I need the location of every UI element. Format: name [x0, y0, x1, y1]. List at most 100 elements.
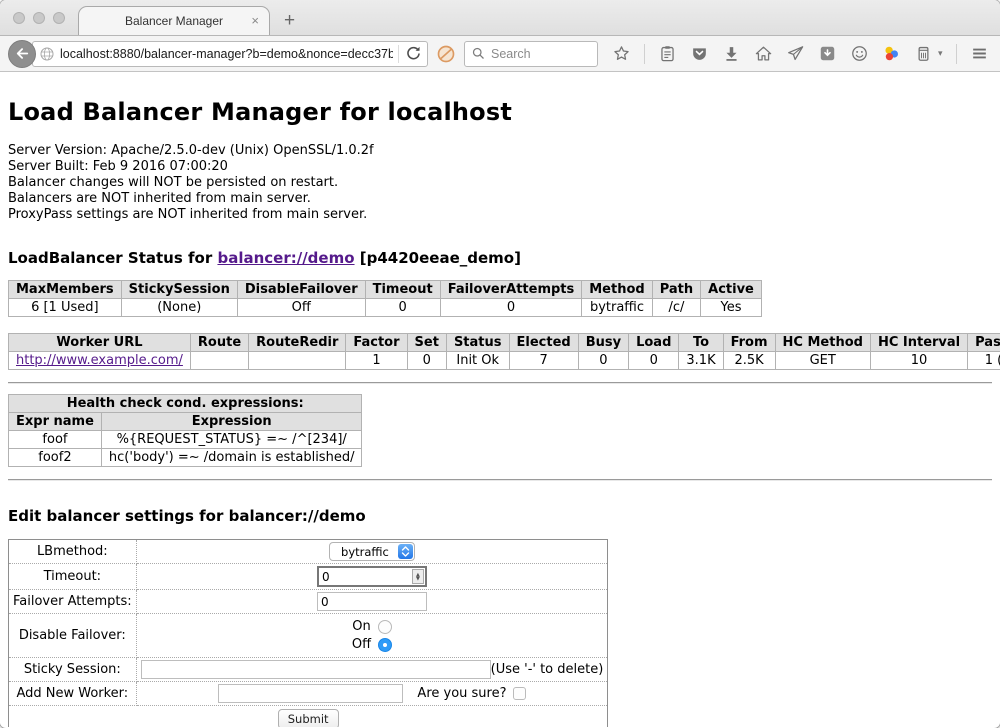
column-header: Factor: [346, 334, 407, 352]
column-header: HC Method: [775, 334, 870, 352]
bookmark-star-icon[interactable]: [612, 44, 631, 63]
table-cell: http://www.example.com/: [9, 352, 191, 370]
column-header: Timeout: [365, 281, 440, 299]
column-header: Load: [629, 334, 679, 352]
column-header: Elected: [509, 334, 578, 352]
addon-install-icon[interactable]: [818, 44, 837, 63]
table-cell: bytraffic: [582, 299, 652, 317]
table-cell: 6 [1 Used]: [9, 299, 122, 317]
pocket-icon[interactable]: [690, 44, 709, 63]
confirm-checkbox[interactable]: [513, 687, 526, 700]
balancer-status-table: MaxMembers StickySession DisableFailover…: [8, 280, 762, 317]
table-row: 6 [1 Used] (None) Off 0 0 bytraffic /c/ …: [9, 299, 762, 317]
column-header: From: [723, 334, 775, 352]
new-tab-button[interactable]: +: [284, 11, 295, 30]
table-cell: Yes: [701, 299, 762, 317]
radio-off[interactable]: [378, 638, 392, 652]
add-worker-label: Add New Worker:: [9, 682, 137, 706]
table-cell: 2.5K: [723, 352, 775, 370]
disable-failover-field: On Off: [136, 614, 608, 658]
search-input[interactable]: [491, 47, 591, 61]
table-cell: %{REQUEST_STATUS} =~ /^[234]/: [101, 431, 362, 449]
table-cell: (None): [121, 299, 237, 317]
worker-url-link[interactable]: http://www.example.com/: [16, 353, 183, 368]
dropdown-caret-icon[interactable]: ▾: [938, 48, 943, 59]
edit-settings-heading: Edit balancer settings for balancer://de…: [8, 507, 992, 525]
timeout-input[interactable]: [319, 570, 412, 584]
inherit-note-line: Balancers are NOT inherited from main se…: [8, 191, 992, 207]
menu-icon[interactable]: [970, 44, 989, 63]
home-icon[interactable]: [754, 44, 773, 63]
table-cell: 10: [870, 352, 967, 370]
number-spinner-icon[interactable]: ▲▼: [412, 569, 424, 584]
column-header: RouteRedir: [249, 334, 346, 352]
content-blocked-icon[interactable]: [436, 44, 456, 64]
lbmethod-field: bytraffic: [136, 540, 608, 564]
table-cell: 0: [365, 299, 440, 317]
table-row: http://www.example.com/ 1 0 Init Ok 7 0 …: [9, 352, 1000, 370]
url-text[interactable]: localhost:8880/balancer-manager?b=demo&n…: [60, 47, 393, 61]
loadbalancer-status-heading: LoadBalancer Status for balancer://demo …: [8, 249, 992, 267]
traffic-lights: [13, 12, 65, 24]
toolbar-icons: ▾: [612, 44, 1000, 64]
reload-icon[interactable]: [404, 44, 423, 63]
submit-cell: Submit: [9, 706, 608, 728]
downloads-icon[interactable]: [722, 44, 741, 63]
zoom-window-button[interactable]: [53, 12, 65, 24]
tab-close-icon[interactable]: ×: [251, 13, 259, 28]
container-icon[interactable]: [914, 44, 933, 63]
column-header: HC Interval: [870, 334, 967, 352]
back-button[interactable]: [8, 40, 36, 68]
toolbar-separator: [956, 44, 957, 64]
forum-smiley-icon[interactable]: [850, 44, 869, 63]
lbmethod-select[interactable]: bytraffic: [329, 542, 415, 561]
add-worker-input[interactable]: [218, 684, 403, 703]
lbmethod-label: LBmethod:: [9, 540, 137, 564]
table-cell: foof2: [9, 449, 102, 467]
edit-balancer-form: LBmethod: bytraffic Timeout:: [8, 539, 608, 727]
health-check-table: Health check cond. expressions: Expr nam…: [8, 394, 362, 467]
menu-group: [956, 44, 1000, 64]
column-header: Passes: [968, 334, 1000, 352]
form-row-failover-attempts: Failover Attempts:: [9, 590, 608, 614]
table-row: foof %{REQUEST_STATUS} =~ /^[234]/: [9, 431, 362, 449]
confirm-label: Are you sure?: [417, 686, 506, 701]
timeout-label: Timeout:: [9, 564, 137, 590]
url-bar[interactable]: localhost:8880/balancer-manager?b=demo&n…: [32, 41, 428, 67]
sticky-session-input[interactable]: [141, 660, 491, 679]
failover-attempts-input[interactable]: [317, 592, 427, 611]
submit-button[interactable]: Submit: [278, 709, 339, 727]
balancer-demo-link[interactable]: balancer://demo: [217, 249, 354, 267]
table-cell: Off: [237, 299, 365, 317]
status-heading-prefix: LoadBalancer Status for: [8, 249, 217, 267]
column-header: Path: [652, 281, 700, 299]
select-stepper-icon: [398, 544, 413, 559]
reading-list-icon[interactable]: [658, 44, 677, 63]
table-cell: 0: [578, 352, 628, 370]
toolbar-separator: [644, 44, 645, 64]
table-cell: 0: [629, 352, 679, 370]
tab-bar: Balancer Manager × +: [0, 0, 1000, 36]
column-header: MaxMembers: [9, 281, 122, 299]
tab-balancer-manager[interactable]: Balancer Manager ×: [78, 6, 270, 35]
navigation-toolbar: localhost:8880/balancer-manager?b=demo&n…: [0, 36, 1000, 72]
column-header: Expr name: [9, 413, 102, 431]
colored-dots-icon[interactable]: [882, 44, 901, 63]
radio-on[interactable]: [378, 620, 392, 634]
close-window-button[interactable]: [13, 12, 25, 24]
minimize-window-button[interactable]: [33, 12, 45, 24]
table-cell: hc('body') =~ /domain is established/: [101, 449, 362, 467]
search-bar[interactable]: [464, 41, 598, 67]
disable-failover-label: Disable Failover:: [9, 614, 137, 658]
column-header: StickySession: [121, 281, 237, 299]
send-icon[interactable]: [786, 44, 805, 63]
table-cell: [249, 352, 346, 370]
form-row-add-worker: Add New Worker: Are you sure?: [9, 682, 608, 706]
column-header: DisableFailover: [237, 281, 365, 299]
back-arrow-icon: [13, 44, 32, 63]
status-heading-suffix: [p4420eeae_demo]: [355, 249, 521, 267]
proxypass-note-line: ProxyPass settings are NOT inherited fro…: [8, 207, 992, 223]
column-header: Status: [446, 334, 509, 352]
table-header-row: Expr name Expression: [9, 413, 362, 431]
column-header: To: [679, 334, 723, 352]
